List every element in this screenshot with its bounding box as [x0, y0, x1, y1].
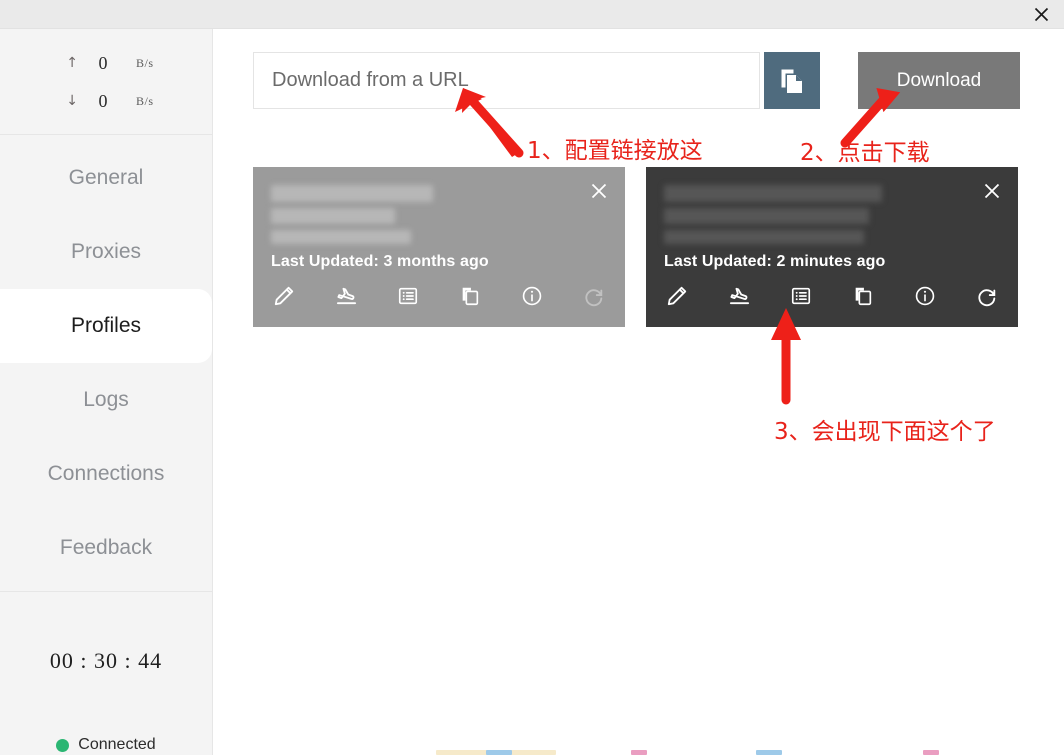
speed-panel: ↑ 0 B/s ↓ 0 B/s [0, 29, 212, 135]
download-speed-row: ↓ 0 B/s [0, 82, 212, 120]
plane-landing-icon[interactable] [726, 283, 752, 309]
sidebar-footer: 00 : 30 : 44 Connected [0, 592, 212, 755]
window-close-button[interactable] [1018, 0, 1064, 29]
window-titlebar [0, 0, 1064, 29]
url-input[interactable] [253, 52, 760, 109]
info-circle-icon[interactable] [519, 283, 545, 309]
sidebar-item-general[interactable]: General [0, 141, 212, 215]
sliver-seg [756, 750, 782, 755]
copy-duplicate-icon[interactable] [457, 283, 483, 309]
profile-delete-button[interactable] [587, 179, 611, 203]
profile-last-updated: Last Updated: 3 months ago [271, 253, 489, 270]
sidebar: ↑ 0 B/s ↓ 0 B/s General Proxies Profiles… [0, 29, 213, 755]
list-rules-icon[interactable] [788, 283, 814, 309]
sidebar-item-label: Proxies [70, 240, 142, 263]
bottom-cutoff-sliver [426, 750, 1064, 755]
paste-url-button[interactable] [764, 52, 820, 109]
profile-card-list: Last Updated: 3 months ago Last Updated:… [253, 167, 1020, 327]
sidebar-item-connections[interactable]: Connections [0, 437, 212, 511]
list-rules-icon[interactable] [395, 283, 421, 309]
profile-meta2-redacted [664, 230, 864, 244]
profile-card[interactable]: Last Updated: 2 minutes ago [646, 167, 1018, 327]
upload-speed-value: 0 [98, 52, 108, 73]
status-dot-icon [56, 738, 70, 752]
info-circle-icon[interactable] [912, 283, 938, 309]
profile-actions [664, 283, 1000, 309]
download-toolbar: Download [253, 52, 1020, 109]
sliver-seg [923, 750, 939, 755]
sidebar-item-label: Logs [83, 388, 129, 411]
sidebar-item-label: Connections [47, 462, 165, 485]
close-icon [1034, 7, 1048, 22]
sidebar-item-logs[interactable]: Logs [0, 363, 212, 437]
sliver-seg [631, 750, 647, 755]
plane-landing-icon[interactable] [333, 283, 359, 309]
sidebar-item-label: Feedback [59, 536, 153, 559]
connection-timer: 00 : 30 : 44 [49, 648, 163, 673]
profile-delete-button[interactable] [980, 179, 1004, 203]
profile-actions [271, 283, 607, 309]
profile-meta-redacted [271, 208, 395, 224]
upload-speed-unit: B/s [136, 55, 154, 70]
profile-name-redacted [271, 185, 433, 202]
connection-status: Connected [56, 736, 156, 754]
download-button[interactable]: Download [858, 52, 1020, 109]
upload-speed-row: ↑ 0 B/s [0, 44, 212, 82]
profile-meta2-redacted [271, 230, 411, 244]
profile-name-redacted [664, 185, 882, 202]
sidebar-item-proxies[interactable]: Proxies [0, 215, 212, 289]
close-icon [591, 183, 607, 199]
pencil-edit-icon[interactable] [271, 283, 297, 309]
copy-duplicate-icon[interactable] [850, 283, 876, 309]
pencil-edit-icon[interactable] [664, 283, 690, 309]
profile-last-updated: Last Updated: 2 minutes ago [664, 253, 886, 270]
download-arrow-icon: ↓ [66, 93, 78, 109]
paste-clipboard-icon [781, 69, 802, 93]
sidebar-item-label: Profiles [70, 314, 142, 337]
sidebar-nav: General Proxies Profiles Logs Connection… [0, 135, 212, 592]
sidebar-item-profiles[interactable]: Profiles [0, 289, 212, 363]
download-speed-unit: B/s [136, 93, 154, 108]
profile-meta-redacted [664, 208, 869, 224]
download-speed-value: 0 [98, 90, 108, 111]
sidebar-item-label: General [68, 166, 144, 189]
sidebar-item-feedback[interactable]: Feedback [0, 511, 212, 585]
profile-card[interactable]: Last Updated: 3 months ago [253, 167, 625, 327]
sliver-seg [486, 750, 512, 755]
main-content: Download Last Updated: 3 months ago [213, 29, 1064, 755]
upload-arrow-icon: ↑ [66, 55, 78, 71]
close-icon [984, 183, 1000, 199]
refresh-update-icon[interactable] [581, 283, 607, 309]
status-badge: Connected [78, 736, 156, 753]
refresh-update-icon[interactable] [974, 283, 1000, 309]
